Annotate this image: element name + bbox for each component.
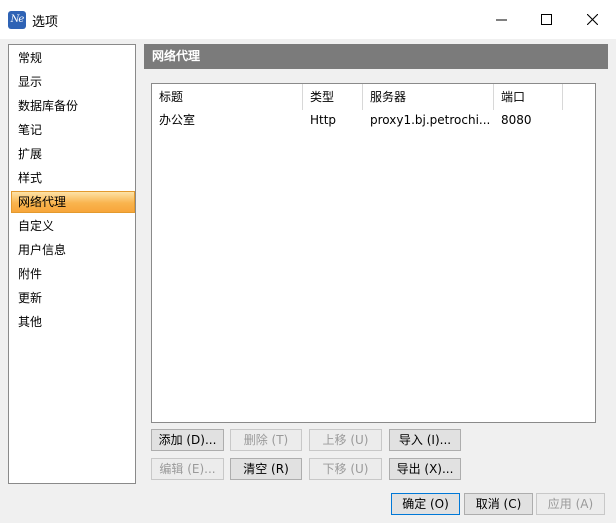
nav-item-extensions[interactable]: 扩展 <box>11 143 135 165</box>
clear-button[interactable]: 清空 (R) <box>230 458 302 480</box>
cell-port: 8080 <box>501 113 532 127</box>
app-logo-icon: Ne <box>8 11 26 29</box>
nav-item-updates[interactable]: 更新 <box>11 287 135 309</box>
edit-button[interactable]: 编辑 (E)... <box>151 458 224 480</box>
move-down-button[interactable]: 下移 (U) <box>309 458 382 480</box>
column-header-title[interactable]: 标题 <box>152 84 303 110</box>
ok-button[interactable]: 确定 (O) <box>391 493 460 515</box>
close-icon <box>587 14 598 25</box>
nav-item-user-info[interactable]: 用户信息 <box>11 239 135 261</box>
nav-item-display[interactable]: 显示 <box>11 71 135 93</box>
nav-item-network-proxy[interactable]: 网络代理 <box>11 191 135 213</box>
export-button[interactable]: 导出 (X)... <box>389 458 461 480</box>
maximize-button[interactable] <box>523 0 569 39</box>
nav-item-other[interactable]: 其他 <box>11 311 135 333</box>
cell-title: 办公室 <box>159 113 196 127</box>
add-button[interactable]: 添加 (D)... <box>151 429 224 451</box>
table-header: 标题 类型 服务器 端口 <box>152 84 595 110</box>
nav-item-notes[interactable]: 笔记 <box>11 119 135 141</box>
nav-item-customize[interactable]: 自定义 <box>11 215 135 237</box>
nav-item-database-backup[interactable]: 数据库备份 <box>11 95 135 117</box>
proxy-table[interactable]: 标题 类型 服务器 端口 办公室 Http proxy1.bj.petrochi… <box>151 83 596 423</box>
window-title: 选项 <box>32 15 59 30</box>
column-header-port[interactable]: 端口 <box>494 84 563 110</box>
cell-server: proxy1.bj.petrochi... <box>370 113 491 127</box>
nav-item-attachments[interactable]: 附件 <box>11 263 135 285</box>
maximize-icon <box>541 14 552 25</box>
nav-item-general[interactable]: 常规 <box>11 47 135 69</box>
cell-type: Http <box>310 113 337 127</box>
move-up-button[interactable]: 上移 (U) <box>309 429 382 451</box>
cancel-button[interactable]: 取消 (C) <box>464 493 533 515</box>
title-bar: Ne 选项 <box>0 0 616 39</box>
options-nav-list: 常规 显示 数据库备份 笔记 扩展 样式 网络代理 自定义 用户信息 附件 更新… <box>8 44 136 484</box>
import-button[interactable]: 导入 (I)... <box>389 429 461 451</box>
minimize-icon <box>496 19 507 21</box>
column-header-type[interactable]: 类型 <box>303 84 363 110</box>
section-title: 网络代理 <box>144 44 608 69</box>
close-button[interactable] <box>569 0 615 39</box>
minimize-button[interactable] <box>478 0 524 39</box>
column-header-server[interactable]: 服务器 <box>363 84 494 110</box>
apply-button[interactable]: 应用 (A) <box>536 493 605 515</box>
delete-button[interactable]: 删除 (T) <box>230 429 302 451</box>
nav-item-styles[interactable]: 样式 <box>11 167 135 189</box>
